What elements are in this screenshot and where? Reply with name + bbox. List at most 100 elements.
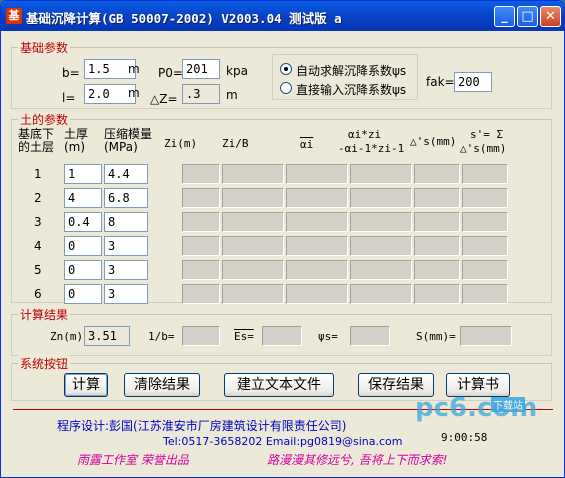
header-sum-bottom: △'s(mm) <box>460 142 507 155</box>
result-cell <box>414 260 460 280</box>
fak-input[interactable]: 200 <box>454 72 492 92</box>
modulus-input[interactable]: 8 <box>104 212 148 232</box>
s-output <box>460 326 512 346</box>
result-cell <box>350 164 412 184</box>
radio-auto-label[interactable]: 自动求解沉降系数ψs <box>296 62 406 79</box>
client-area: 基础参数 b= 1.5 m l= 2.0 m P0= 201 kpa △Z= .… <box>5 31 560 475</box>
modulus-input[interactable]: 3 <box>104 260 148 280</box>
title-bar[interactable]: 基 基础沉降计算(GB 50007-2002) V2003.04 测试版 a _… <box>1 1 564 31</box>
header-sum-top: s'= Σ <box>470 128 504 141</box>
l-label: l= <box>62 91 76 105</box>
result-cell <box>182 236 220 256</box>
result-cell <box>182 212 220 232</box>
radio-manual-label[interactable]: 直接输入沉降系数ψs <box>296 81 406 98</box>
result-cell <box>414 212 460 232</box>
base-params-legend: 基础参数 <box>18 39 71 56</box>
header-zib: Zi/B <box>222 137 249 150</box>
result-cell <box>350 260 412 280</box>
minimize-button[interactable]: _ <box>494 6 515 27</box>
es-output <box>262 326 302 346</box>
result-cell <box>414 188 460 208</box>
radio-auto-psi[interactable] <box>280 63 292 75</box>
row-number: 3 <box>34 215 42 229</box>
row-number: 1 <box>34 167 42 181</box>
watermark-badge: 下载站 <box>491 397 525 412</box>
thickness-input[interactable]: 4 <box>64 188 102 208</box>
result-cell <box>286 212 348 232</box>
result-cell <box>462 284 508 304</box>
result-cell <box>286 260 348 280</box>
p0-input[interactable]: 201 <box>182 59 220 79</box>
thickness-input[interactable]: 0 <box>64 236 102 256</box>
p0-unit: kpa <box>226 64 248 78</box>
app-window: 基 基础沉降计算(GB 50007-2002) V2003.04 测试版 a _… <box>0 0 565 478</box>
thickness-input[interactable]: 0.4 <box>64 212 102 232</box>
left-motto: 雨露工作室 荣誉出品 <box>77 453 189 467</box>
result-cell <box>182 164 220 184</box>
result-cell <box>414 236 460 256</box>
calc-button[interactable]: 计算 <box>64 373 108 397</box>
row-number: 2 <box>34 191 42 205</box>
clock: 9:00:58 <box>441 431 488 444</box>
row-number: 4 <box>34 239 42 253</box>
right-motto: 路漫漫其修远兮, 吾将上下而求索! <box>267 453 448 467</box>
result-cell <box>350 188 412 208</box>
window-title: 基础沉降计算(GB 50007-2002) V2003.04 测试版 a <box>26 11 342 26</box>
thickness-input[interactable]: 1 <box>64 164 102 184</box>
header-alpha: αi <box>300 138 314 151</box>
designer-credit: 程序设计:彭国(江苏淮安市厂房建筑设计有限责任公司) <box>57 419 347 433</box>
header-layer: 基底下的土层 <box>18 127 55 154</box>
base-params-group: 基础参数 b= 1.5 m l= 2.0 m P0= 201 kpa △Z= .… <box>11 39 552 109</box>
psi-output <box>350 326 390 346</box>
header-modulus: 压缩模量(MPa) <box>104 127 153 154</box>
app-icon[interactable]: 基 <box>6 8 22 24</box>
result-cell <box>182 284 220 304</box>
system-buttons-legend: 系统按钮 <box>18 355 71 372</box>
result-cell <box>286 188 348 208</box>
result-cell <box>350 212 412 232</box>
thickness-input[interactable]: 0 <box>64 284 102 304</box>
result-cell <box>222 284 284 304</box>
result-cell <box>222 188 284 208</box>
result-cell <box>182 260 220 280</box>
b-unit: m <box>128 62 140 76</box>
result-cell <box>222 260 284 280</box>
modulus-input[interactable]: 6.8 <box>104 188 148 208</box>
result-cell <box>222 212 284 232</box>
modulus-input[interactable]: 3 <box>104 236 148 256</box>
l-unit: m <box>128 86 140 100</box>
result-cell <box>462 260 508 280</box>
result-cell <box>462 188 508 208</box>
modulus-input[interactable]: 4.4 <box>104 164 148 184</box>
result-cell <box>462 164 508 184</box>
result-cell <box>462 212 508 232</box>
close-button[interactable]: ✕ <box>540 6 561 27</box>
result-cell <box>286 236 348 256</box>
soil-params-group: 土的参数 基底下的土层 土厚(m) 压缩模量(MPa) Zi(m) Zi/B α… <box>11 111 552 304</box>
fak-label: fak= <box>426 75 455 89</box>
maximize-button[interactable]: □ <box>517 6 538 27</box>
result-cell <box>462 236 508 256</box>
thickness-input[interactable]: 0 <box>64 260 102 280</box>
header-alpha-diff-bottom: -αi-1*zi-1 <box>338 142 405 155</box>
header-alpha-diff-top: αi*zi <box>348 128 382 141</box>
results-legend: 计算结果 <box>18 306 71 323</box>
result-cell <box>286 164 348 184</box>
clear-results-button[interactable]: 清除结果 <box>124 373 200 397</box>
psi-label: ψs= <box>318 330 338 343</box>
lb-output <box>182 326 220 346</box>
result-cell <box>182 188 220 208</box>
modulus-input[interactable]: 3 <box>104 284 148 304</box>
result-cell <box>350 284 412 304</box>
soil-params-legend: 土的参数 <box>18 111 71 128</box>
dz-input[interactable]: .3 <box>182 84 220 104</box>
p0-label: P0= <box>158 66 183 80</box>
zn-label: Zn(m) <box>50 330 84 343</box>
create-text-file-button[interactable]: 建立文本文件 <box>224 373 334 397</box>
results-group: 计算结果 Zn(m) 3.51 1/b= Es= ψs= S(mm)= <box>11 306 552 356</box>
result-cell <box>222 164 284 184</box>
radio-manual-psi[interactable] <box>280 82 292 94</box>
result-cell <box>286 284 348 304</box>
header-ds: △'s(mm) <box>410 135 457 148</box>
dz-label: △Z= <box>150 92 178 106</box>
